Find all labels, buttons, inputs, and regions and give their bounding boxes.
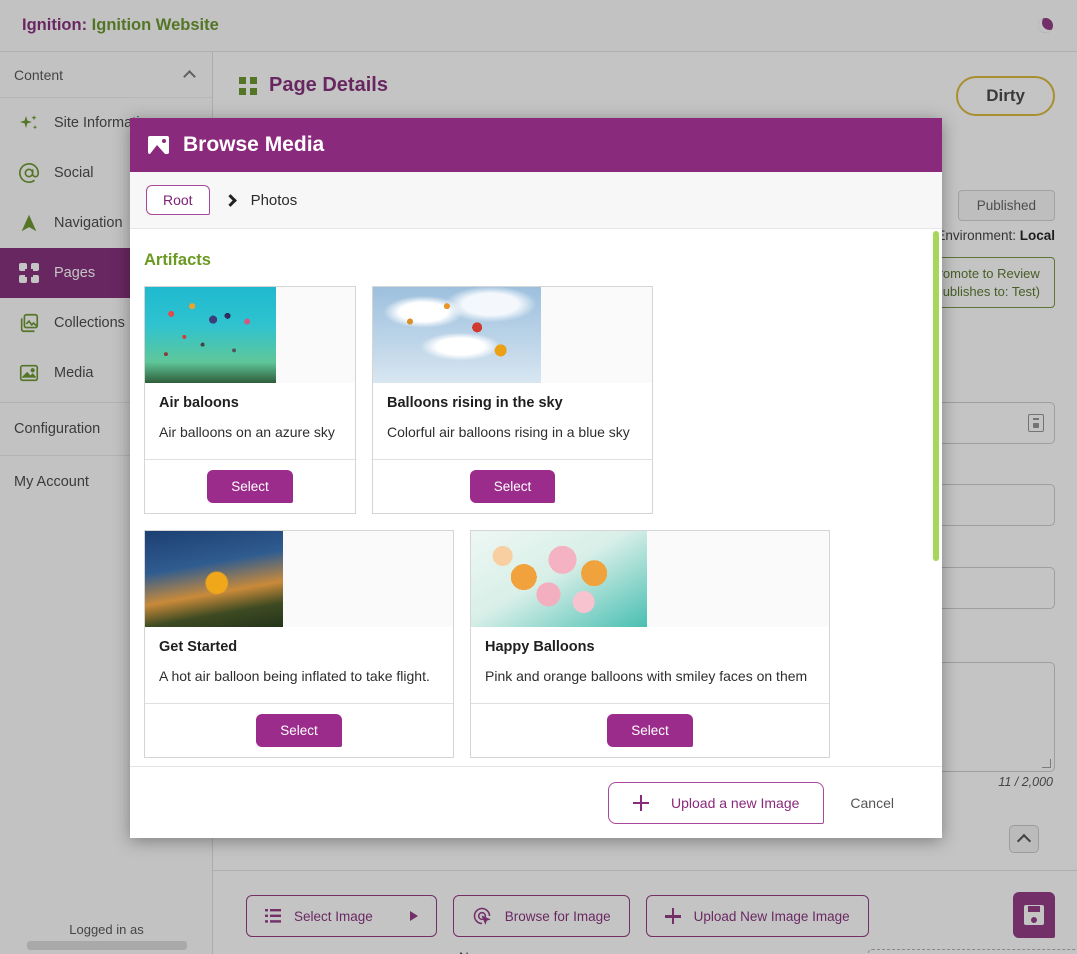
vertical-scrollbar[interactable] xyxy=(933,231,939,561)
thumbnail-image xyxy=(145,287,276,383)
media-card-meta: Get Started A hot air balloon being infl… xyxy=(145,627,453,685)
media-card-meta: Balloons rising in the sky Colorful air … xyxy=(373,383,652,441)
media-scroll-area: Artifacts Air baloons Air balloons on an… xyxy=(130,229,942,766)
media-card-row: Air baloons Air balloons on an azure sky… xyxy=(144,286,942,515)
thumbnail-image xyxy=(145,531,283,628)
breadcrumb: Root Photos xyxy=(130,172,942,229)
dialog-header: Browse Media xyxy=(130,118,942,172)
breadcrumb-root-button[interactable]: Root xyxy=(146,185,210,215)
media-card-footer: Select xyxy=(471,703,829,757)
media-card[interactable]: Air baloons Air balloons on an azure sky… xyxy=(144,286,356,515)
media-name: Air baloons xyxy=(159,395,239,411)
thumbnail-image xyxy=(471,531,647,628)
upload-new-image-button[interactable]: Upload a new Image xyxy=(607,781,825,824)
media-description: Colorful air balloons rising in a blue s… xyxy=(387,424,630,440)
select-button[interactable]: Select xyxy=(469,470,556,504)
media-card-footer: Select xyxy=(145,459,355,513)
media-thumbnail xyxy=(373,287,652,383)
dialog-body: Artifacts Air baloons Air balloons on an… xyxy=(130,229,942,766)
image-icon xyxy=(148,136,169,154)
select-button[interactable]: Select xyxy=(607,714,693,748)
dialog-title: Browse Media xyxy=(183,133,325,156)
media-name: Balloons rising in the sky xyxy=(387,395,563,411)
media-card-meta: Happy Balloons Pink and orange balloons … xyxy=(471,627,829,685)
dialog-footer: Upload a new Image Cancel xyxy=(130,766,942,838)
media-name: Happy Balloons xyxy=(485,639,595,656)
media-card-footer: Select xyxy=(145,703,453,757)
select-button[interactable]: Select xyxy=(256,714,342,748)
media-card-row: Get Started A hot air balloon being infl… xyxy=(144,530,942,759)
media-name: Get Started xyxy=(159,639,238,656)
breadcrumb-current: Photos xyxy=(250,191,298,209)
upload-button-label: Upload a new Image xyxy=(670,794,800,811)
media-description: A hot air balloon being inflated to take… xyxy=(159,668,430,685)
media-card[interactable]: Balloons rising in the sky Colorful air … xyxy=(372,286,653,515)
media-thumbnail xyxy=(145,531,453,628)
browse-media-dialog: Browse Media Root Photos Artifacts Air b… xyxy=(130,118,942,838)
select-button[interactable]: Select xyxy=(207,470,293,504)
screen: Ignition: Ignition Website Content Site … xyxy=(0,0,1077,954)
media-card-list: Air baloons Air balloons on an azure sky… xyxy=(144,286,942,759)
media-card[interactable]: Get Started A hot air balloon being infl… xyxy=(144,530,454,759)
section-title: Artifacts xyxy=(144,251,211,269)
chevron-right-icon xyxy=(223,193,237,207)
plus-icon xyxy=(632,794,649,811)
media-card[interactable]: Happy Balloons Pink and orange balloons … xyxy=(470,530,830,759)
media-card-meta: Air baloons Air balloons on an azure sky xyxy=(145,383,355,441)
media-thumbnail xyxy=(471,531,829,628)
media-description: Air balloons on an azure sky xyxy=(159,424,335,440)
media-description: Pink and orange balloons with smiley fac… xyxy=(485,668,808,685)
cancel-button[interactable]: Cancel xyxy=(836,785,908,821)
media-thumbnail xyxy=(145,287,355,383)
thumbnail-image xyxy=(373,287,541,383)
media-card-footer: Select xyxy=(373,459,652,513)
